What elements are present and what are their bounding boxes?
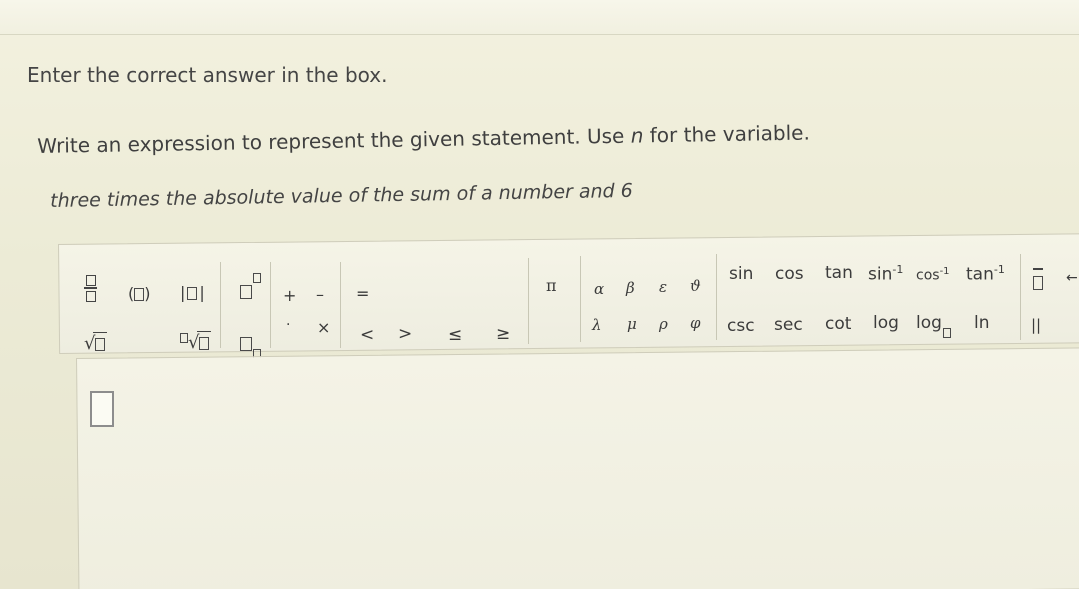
base-box-icon xyxy=(240,284,252,299)
greater-equal-button[interactable]: ≥ xyxy=(496,324,510,344)
radicand-box-wrap xyxy=(93,332,108,354)
minus-button[interactable]: – xyxy=(316,285,324,304)
dot-multiply-button[interactable]: · xyxy=(286,317,290,333)
placeholder-box-icon xyxy=(134,288,145,301)
cot-button[interactable]: cot xyxy=(825,314,851,334)
lambda-button[interactable]: λ xyxy=(592,316,602,334)
backspace-arrow-icon[interactable]: ← xyxy=(1066,270,1078,286)
fraction-bar-icon xyxy=(84,287,97,289)
overline-bar-icon xyxy=(1033,268,1043,270)
placeholder-box-icon xyxy=(1033,276,1043,290)
overline-button[interactable] xyxy=(1033,268,1043,292)
parallel-button[interactable]: || xyxy=(1031,316,1041,334)
fraction-button[interactable] xyxy=(84,275,98,305)
tan-button[interactable]: tan xyxy=(825,263,853,283)
base-box-icon xyxy=(942,328,951,338)
csc-button[interactable]: csc xyxy=(727,316,755,336)
toolbar-divider xyxy=(1020,254,1021,340)
paren-right: ) xyxy=(144,284,151,303)
pi-button[interactable]: π xyxy=(546,276,557,295)
arctan-sup: -1 xyxy=(993,263,1005,276)
instructions: Enter the correct answer in the box. xyxy=(27,63,388,87)
abs-right: | xyxy=(199,283,205,302)
arcsin-button[interactable]: sin-1 xyxy=(868,263,903,285)
placeholder-box-icon xyxy=(187,287,198,300)
sin-button[interactable]: sin xyxy=(729,264,753,284)
beta-button[interactable]: β xyxy=(626,279,635,297)
alpha-button[interactable]: α xyxy=(594,280,604,298)
arcsin-sup: -1 xyxy=(892,263,904,276)
statement: three times the absolute value of the su… xyxy=(50,179,633,212)
toolbar-divider xyxy=(270,262,271,348)
ln-button[interactable]: ln xyxy=(974,313,990,333)
toolbar-divider xyxy=(528,258,529,344)
top-bar xyxy=(0,0,1079,35)
abs-left: | xyxy=(180,283,186,302)
placeholder-box-icon xyxy=(95,337,106,351)
placeholder-box-icon xyxy=(199,336,210,350)
greater-than-button[interactable]: > xyxy=(398,324,412,344)
superscript-box-icon xyxy=(253,273,261,283)
index-box-icon xyxy=(180,333,188,343)
answer-cursor-box[interactable] xyxy=(90,391,114,427)
mu-button[interactable]: μ xyxy=(627,315,637,333)
equals-button[interactable]: = xyxy=(356,284,369,303)
exponent-button[interactable] xyxy=(240,273,261,300)
prompt-variable: n xyxy=(630,123,644,148)
cos-button[interactable]: cos xyxy=(775,264,804,284)
prompt-text-end: for the variable. xyxy=(643,120,811,148)
plus-button[interactable]: + xyxy=(283,286,296,305)
square-root-button[interactable]: √ xyxy=(84,332,108,354)
numerator-box-icon xyxy=(86,275,96,286)
less-than-button[interactable]: < xyxy=(360,325,374,345)
toolbar-divider xyxy=(220,262,221,348)
phi-button[interactable]: φ xyxy=(690,314,701,332)
toolbar-divider xyxy=(716,254,717,340)
parentheses-button[interactable]: () xyxy=(128,284,151,303)
toolbar-divider xyxy=(580,256,581,342)
times-button[interactable]: × xyxy=(317,318,330,337)
sec-button[interactable]: sec xyxy=(774,315,803,335)
denominator-box-icon xyxy=(86,291,96,302)
arctan-button[interactable]: tan-1 xyxy=(966,263,1005,285)
log-base-button[interactable]: log xyxy=(916,313,951,338)
arctan-label: tan xyxy=(966,264,994,285)
subscript-button[interactable] xyxy=(240,333,261,359)
radicand-box-wrap xyxy=(197,331,212,353)
arccos-button[interactable]: cos-1 xyxy=(916,266,950,284)
absolute-value-button[interactable]: | | xyxy=(180,283,205,302)
log-base-label: log xyxy=(916,313,942,333)
base-box-icon xyxy=(240,336,252,351)
prompt-text-start: Write an expression to represent the giv… xyxy=(37,123,631,158)
toolbar-divider xyxy=(340,262,341,348)
arccos-label: cos xyxy=(916,267,940,284)
epsilon-button[interactable]: ε xyxy=(659,278,667,296)
log-button[interactable]: log xyxy=(873,313,899,333)
theta-button[interactable]: ϑ xyxy=(690,277,701,295)
rho-button[interactable]: ρ xyxy=(659,315,668,333)
arcsin-label: sin xyxy=(868,264,893,285)
question-prompt: Write an expression to represent the giv… xyxy=(37,121,810,158)
nth-root-button[interactable]: √ xyxy=(180,331,212,353)
arccos-sup: -1 xyxy=(939,266,950,277)
less-equal-button[interactable]: ≤ xyxy=(448,325,462,345)
answer-input-area[interactable] xyxy=(76,347,1079,589)
